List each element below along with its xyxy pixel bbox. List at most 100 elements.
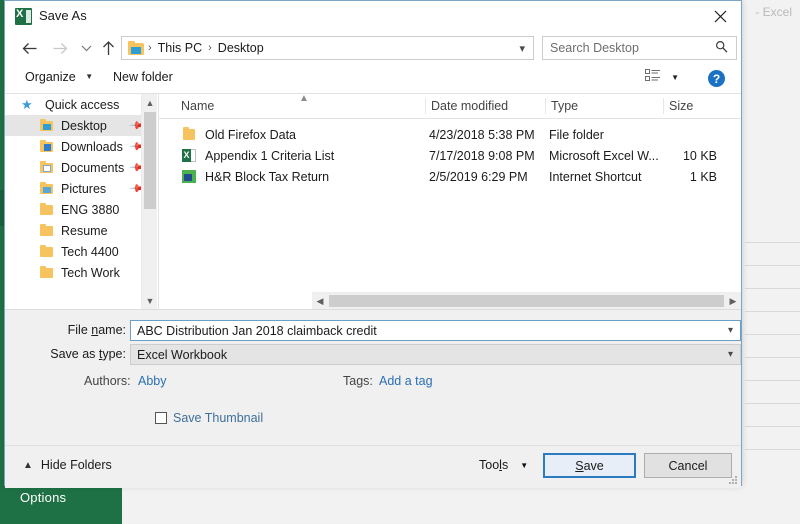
folder-icon — [39, 244, 55, 259]
view-options-button[interactable]: ▼ — [645, 69, 679, 86]
sidebar-item-eng-3880[interactable]: ENG 3880 — [5, 199, 157, 220]
sidebar-item-label: Quick access — [45, 97, 120, 112]
chevron-right-icon[interactable]: ▶ — [725, 293, 741, 309]
column-header-size[interactable]: Size — [669, 99, 693, 113]
column-header-date-modified[interactable]: Date modified — [431, 99, 508, 113]
file-name-label: File name: — [67, 323, 126, 337]
navigation-pane: ★ Quick access Desktop 📌 Downloads 📌 Doc… — [5, 94, 157, 309]
add-tag-link[interactable]: Add a tag — [379, 374, 433, 388]
tools-button[interactable]: Tools ▼ — [479, 458, 528, 472]
save-as-screen: Options - Excel Save As — [0, 0, 800, 524]
cancel-button-label: Cancel — [668, 458, 708, 473]
file-date-modified: 7/17/2018 9:08 PM — [429, 148, 535, 163]
folder-downloads-icon — [39, 139, 55, 154]
organize-button[interactable]: Organize ▼ — [25, 70, 93, 84]
save-as-type-select[interactable]: Excel Workbook ▾ — [130, 344, 741, 365]
file-type: Internet Shortcut — [549, 169, 642, 184]
excel-icon — [15, 8, 32, 25]
file-list-pane: Name ▲ Date modified Type Size Old Firef… — [158, 93, 741, 309]
file-name: H&R Block Tax Return — [205, 169, 330, 184]
save-as-type-value: Excel Workbook — [137, 347, 228, 362]
file-list-horizontal-scrollbar[interactable]: ◀ ▶ — [312, 292, 741, 309]
save-as-dialog: Save As — [4, 0, 742, 488]
help-icon[interactable]: ? — [708, 70, 725, 87]
column-header-row: Name ▲ Date modified Type Size — [159, 93, 741, 119]
internet-shortcut-icon — [181, 169, 197, 184]
file-type: File folder — [549, 127, 604, 142]
sidebar-item-tech-work[interactable]: Tech Work — [5, 262, 157, 283]
navigation-pane-scrollbar[interactable]: ▲ ▼ — [141, 94, 157, 309]
tools-label: Tools — [479, 458, 509, 472]
chevron-down-icon: ▼ — [85, 72, 94, 81]
back-button[interactable] — [17, 35, 43, 61]
command-bar: Organize ▼ New folder ▼ ? — [5, 65, 741, 94]
view-list-icon — [645, 69, 661, 86]
authors-label: Authors: — [84, 374, 131, 388]
dialog-titlebar: Save As — [5, 1, 741, 32]
file-name-input[interactable]: ABC Distribution Jan 2018 claimback cred… — [130, 320, 741, 341]
chevron-down-icon[interactable]: ▾ — [728, 349, 733, 360]
forward-button[interactable] — [47, 35, 73, 61]
sidebar-item-desktop[interactable]: Desktop 📌 — [5, 115, 157, 136]
folder-icon — [128, 40, 144, 55]
breadcrumb-separator: › — [208, 42, 212, 54]
sidebar-item-label: Documents — [61, 160, 125, 175]
save-as-type-label: Save as type: — [50, 347, 126, 361]
resize-grip-icon[interactable] — [728, 476, 738, 486]
table-row[interactable]: Old Firefox Data 4/23/2018 5:38 PM File … — [159, 124, 741, 145]
scrollbar-thumb[interactable] — [329, 295, 724, 307]
file-name: Appendix 1 Criteria List — [205, 148, 335, 163]
table-row[interactable]: Appendix 1 Criteria List 7/17/2018 9:08 … — [159, 145, 741, 166]
file-name: Old Firefox Data — [205, 127, 297, 142]
file-size: 1 KB — [689, 169, 717, 184]
up-button[interactable] — [95, 35, 121, 61]
close-icon[interactable] — [699, 1, 741, 31]
hide-folders-button[interactable]: ▲ Hide Folders — [23, 458, 112, 472]
file-type: Microsoft Excel W... — [549, 148, 659, 163]
checkbox-box[interactable] — [155, 412, 167, 424]
sidebar-item-label: ENG 3880 — [61, 202, 120, 217]
chevron-down-icon[interactable]: ▾ — [728, 325, 733, 336]
sidebar-item-tech-4400[interactable]: Tech 4400 — [5, 241, 157, 262]
authors-value[interactable]: Abby — [138, 374, 167, 388]
cancel-button[interactable]: Cancel — [644, 453, 732, 478]
sidebar-item-label: Tech 4400 — [61, 244, 119, 259]
save-button[interactable]: Save — [543, 453, 636, 478]
folder-icon — [39, 265, 55, 280]
excel-window-title: - Excel — [755, 5, 792, 19]
navigation-bar: › This PC › Desktop ▾ Search Desktop — [5, 32, 741, 65]
sidebar-item-pictures[interactable]: Pictures 📌 — [5, 178, 157, 199]
chevron-down-icon[interactable]: ▾ — [519, 42, 525, 55]
table-row[interactable]: H&R Block Tax Return 2/5/2019 6:29 PM In… — [159, 166, 741, 187]
scrollbar-thumb[interactable] — [144, 112, 156, 209]
column-header-type[interactable]: Type — [551, 99, 578, 113]
folder-desktop-icon — [39, 118, 55, 133]
new-folder-button[interactable]: New folder — [113, 70, 173, 84]
chevron-left-icon[interactable]: ◀ — [312, 293, 328, 309]
breadcrumb-this-pc[interactable]: This PC — [156, 41, 204, 55]
search-input[interactable]: Search Desktop — [542, 36, 737, 60]
folder-icon — [181, 127, 197, 142]
column-header-name[interactable]: Name — [181, 99, 214, 113]
address-bar[interactable]: › This PC › Desktop ▾ — [121, 36, 534, 60]
sidebar-item-downloads[interactable]: Downloads 📌 — [5, 136, 157, 157]
sidebar-item-label: Tech Work — [61, 265, 120, 280]
file-date-modified: 2/5/2019 6:29 PM — [429, 169, 528, 184]
chevron-down-icon[interactable]: ▼ — [142, 292, 157, 309]
file-name-value: ABC Distribution Jan 2018 claimback cred… — [137, 323, 377, 338]
save-button-label: Save — [575, 458, 604, 473]
save-thumbnail-checkbox[interactable]: Save Thumbnail — [155, 411, 263, 425]
folder-documents-icon — [39, 160, 55, 175]
breadcrumb-desktop[interactable]: Desktop — [216, 41, 266, 55]
browser-body: ★ Quick access Desktop 📌 Downloads 📌 Doc… — [5, 93, 741, 309]
chevron-up-icon[interactable]: ▲ — [142, 94, 157, 111]
file-size: 10 KB — [682, 148, 717, 163]
excel-options-item[interactable]: Options — [20, 490, 66, 505]
hide-folders-label: Hide Folders — [40, 458, 112, 472]
sidebar-item-resume[interactable]: Resume — [5, 220, 157, 241]
chevron-up-icon: ▲ — [23, 459, 33, 471]
search-icon — [715, 40, 728, 56]
chevron-down-icon: ▼ — [520, 460, 529, 470]
sidebar-item-documents[interactable]: Documents 📌 — [5, 157, 157, 178]
sidebar-item-quick-access[interactable]: ★ Quick access — [5, 94, 157, 115]
